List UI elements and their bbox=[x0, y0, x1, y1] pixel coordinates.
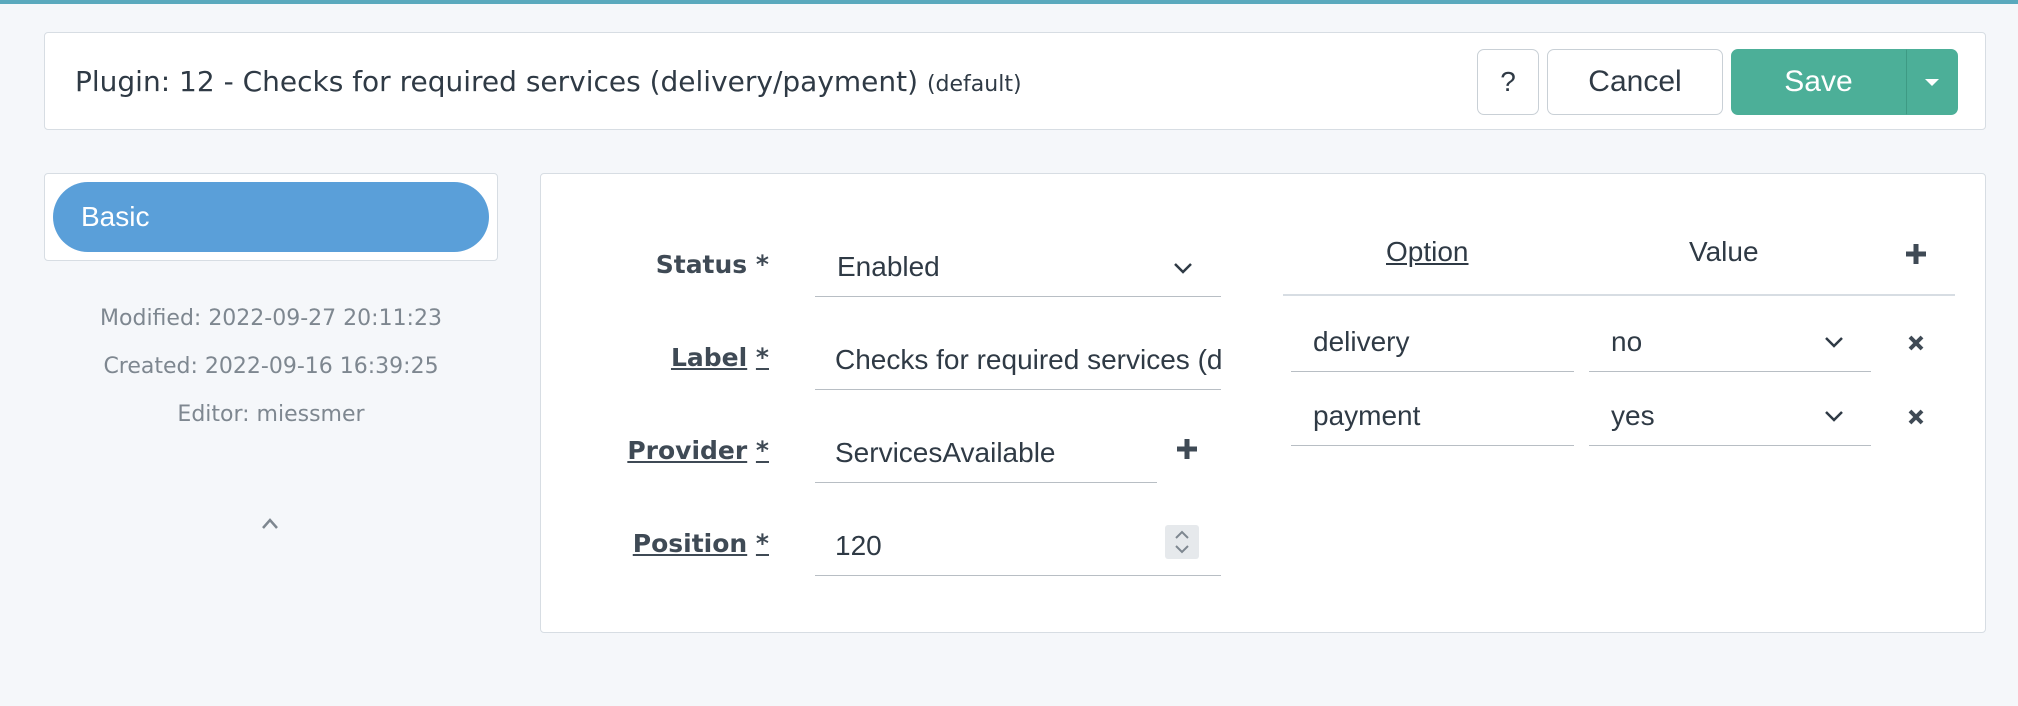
provider-input-value: ServicesAvailable bbox=[835, 437, 1056, 468]
sidebar-tabs: Basic bbox=[44, 173, 498, 261]
option-value-text: yes bbox=[1611, 400, 1655, 431]
top-accent-line bbox=[0, 0, 2018, 4]
save-label: Save bbox=[1784, 65, 1853, 98]
save-options-button[interactable] bbox=[1906, 49, 1958, 115]
position-input[interactable]: 120 bbox=[815, 516, 1221, 576]
chevron-up-icon[interactable] bbox=[261, 515, 279, 533]
caret-down-icon bbox=[1925, 78, 1939, 86]
provider-field-label: Provider * bbox=[627, 436, 769, 465]
chevron-down-icon bbox=[1174, 263, 1192, 274]
label-input-value: Checks for required services (delivery/p… bbox=[835, 344, 1221, 375]
plugin-form-card: Status * Enabled Label * Checks for requ… bbox=[540, 173, 1986, 633]
label-field-label: Label * bbox=[670, 343, 769, 372]
status-field-label: Status * bbox=[655, 250, 769, 279]
modified-timestamp: Modified: 2022-09-27 20:11:23 bbox=[100, 306, 442, 331]
option-key-input[interactable]: payment bbox=[1291, 386, 1574, 446]
table-header-divider bbox=[1283, 294, 1955, 296]
add-option-plus-icon[interactable] bbox=[1905, 243, 1927, 265]
provider-input[interactable]: ServicesAvailable bbox=[815, 423, 1157, 483]
stepper-icon[interactable] bbox=[1165, 525, 1199, 559]
help-label: ? bbox=[1500, 66, 1516, 97]
position-input-value: 120 bbox=[835, 530, 882, 561]
option-key-input[interactable]: delivery bbox=[1291, 312, 1574, 372]
tab-basic[interactable]: Basic bbox=[53, 182, 489, 252]
save-button[interactable]: Save bbox=[1731, 49, 1906, 115]
page-header: Plugin: 12 - Checks for required service… bbox=[44, 32, 1986, 130]
status-select-value: Enabled bbox=[837, 251, 940, 282]
page-title-suffix: (default) bbox=[926, 72, 1022, 97]
cancel-button[interactable]: Cancel bbox=[1547, 49, 1723, 115]
add-provider-plus-icon[interactable] bbox=[1176, 438, 1198, 460]
page-title-text: Plugin: 12 - Checks for required service… bbox=[75, 65, 919, 98]
chevron-down-icon bbox=[1825, 411, 1843, 422]
option-key-value: delivery bbox=[1313, 326, 1410, 357]
close-icon[interactable] bbox=[1907, 408, 1925, 426]
tab-basic-label: Basic bbox=[81, 201, 150, 232]
cancel-label: Cancel bbox=[1588, 65, 1682, 98]
editor-name: Editor: miessmer bbox=[177, 402, 365, 427]
option-column-header[interactable]: Option bbox=[1386, 236, 1469, 268]
page-title: Plugin: 12 - Checks for required service… bbox=[75, 33, 1022, 131]
label-input[interactable]: Checks for required services (delivery/p… bbox=[815, 330, 1221, 390]
option-value-text: no bbox=[1611, 326, 1643, 357]
created-timestamp: Created: 2022-09-16 16:39:25 bbox=[103, 354, 439, 379]
option-key-value: payment bbox=[1313, 400, 1421, 431]
value-column-header: Value bbox=[1689, 236, 1759, 267]
position-field-label: Position * bbox=[632, 529, 769, 558]
close-icon[interactable] bbox=[1907, 334, 1925, 352]
status-select[interactable]: Enabled bbox=[815, 237, 1221, 297]
help-button[interactable]: ? bbox=[1477, 49, 1539, 115]
chevron-down-icon bbox=[1825, 337, 1843, 348]
